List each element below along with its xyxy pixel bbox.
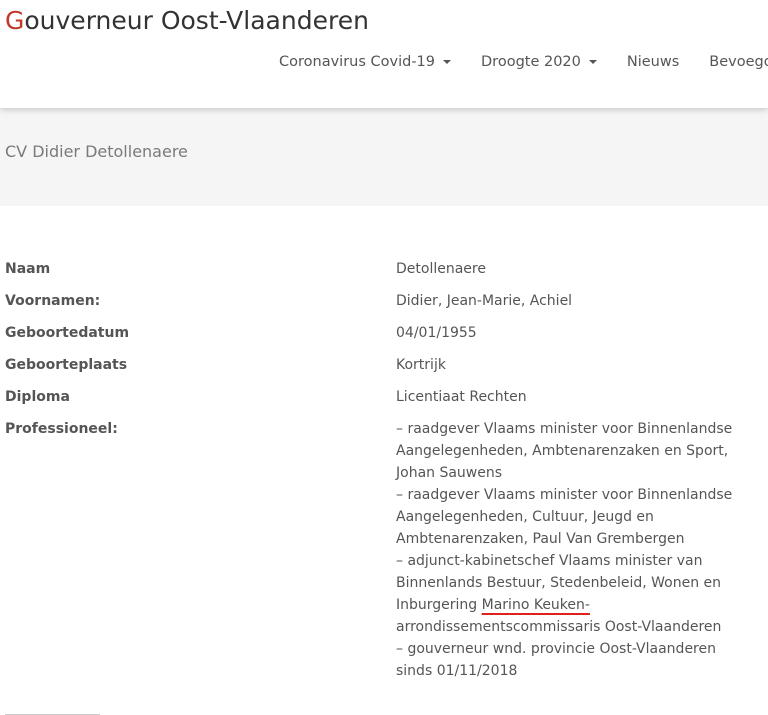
cv-row-geboortedatum: Geboortedatum 04/01/1955 [0, 322, 768, 354]
cv-line: – raadgever Vlaams minister voor Binnenl… [396, 487, 733, 503]
page-title-band: CV Didier Detollenaere [0, 108, 768, 206]
cv-value: Detollenaere [396, 261, 486, 277]
cv-line: Ambtenarenzaken, Paul Van Grembergen [396, 531, 685, 547]
nav-item-nieuws[interactable]: Nieuws [627, 54, 679, 70]
cv-line: Binnenlands Bestuur, Stedenbeleid, Wonen… [396, 575, 722, 591]
cv-value: 04/01/1955 [396, 325, 477, 341]
cv-label: Geboorteplaats [5, 357, 128, 373]
cv-label: Voornamen: [5, 293, 101, 309]
cv-row-diploma: Diploma Licentiaat Rechten [0, 386, 768, 418]
cv-value: Licentiaat Rechten [396, 389, 527, 405]
highlighted-name: Marino Keuken- [481, 597, 590, 613]
cv-line: – gouverneur wnd. provincie Oost-Vlaande… [396, 641, 716, 657]
cv-label: Geboortedatum [5, 325, 130, 341]
nav-item-droogte[interactable]: Droogte 2020 [481, 54, 597, 70]
cv-label: Professioneel: [5, 421, 118, 437]
page-title: CV Didier Detollenaere [5, 142, 188, 161]
cv-label: Naam [5, 261, 51, 277]
cv-label: Diploma [5, 389, 70, 405]
nav-item-label: Droogte 2020 [481, 54, 581, 70]
cv-line: Aangelegenheden, Ambtenarenzaken en Spor… [396, 443, 729, 459]
cv-value: Didier, Jean-Marie, Achiel [396, 293, 573, 309]
cv-line-text: Inburgering [396, 597, 482, 613]
caret-down-icon [443, 60, 452, 64]
cv-row-voornamen: Voornamen: Didier, Jean-Marie, Achiel [0, 290, 768, 322]
cv-table: Naam Detollenaere Voornamen: Didier, Jea… [0, 258, 768, 692]
caret-down-icon [588, 60, 597, 64]
cv-line-inburgering: Inburgering Marino Keuken- [396, 594, 736, 616]
cv-value: Kortrijk [396, 357, 446, 373]
logo-initial: G [5, 6, 25, 35]
site-logo[interactable]: Gouverneur Oost-Vlaanderen [5, 6, 369, 35]
cv-value-professioneel: – raadgever Vlaams minister voor Binnenl… [396, 418, 736, 692]
nav-item-label: Bevoegdh [709, 54, 768, 70]
cv-line: sinds 01/11/2018 [396, 663, 518, 679]
cv-row-naam: Naam Detollenaere [0, 258, 768, 290]
nav-item-bevoegdheden[interactable]: Bevoegdh [709, 54, 768, 70]
nav-item-coronavirus[interactable]: Coronavirus Covid-19 [279, 54, 452, 70]
cv-row-professioneel: Professioneel: – raadgever Vlaams minist… [0, 418, 768, 692]
logo-text: ouverneur Oost-Vlaanderen [24, 6, 369, 35]
main-nav: Coronavirus Covid-19 Droogte 2020 Nieuws… [279, 54, 768, 70]
cv-line: – raadgever Vlaams minister voor Binnenl… [396, 421, 733, 437]
site-header: Gouverneur Oost-Vlaanderen Coronavirus C… [0, 0, 768, 108]
cv-row-geboorteplaats: Geboorteplaats Kortrijk [0, 354, 768, 386]
nav-item-label: Coronavirus Covid-19 [279, 54, 436, 70]
cv-line: Aangelegenheden, Cultuur, Jeugd en [396, 509, 654, 525]
cv-line: Johan Sauwens [396, 465, 503, 481]
cv-line: arrondissementscommissaris Oost-Vlaander… [396, 619, 722, 635]
nav-item-label: Nieuws [626, 54, 680, 70]
cv-line: – adjunct-kabinetschef Vlaams minister v… [396, 553, 703, 569]
